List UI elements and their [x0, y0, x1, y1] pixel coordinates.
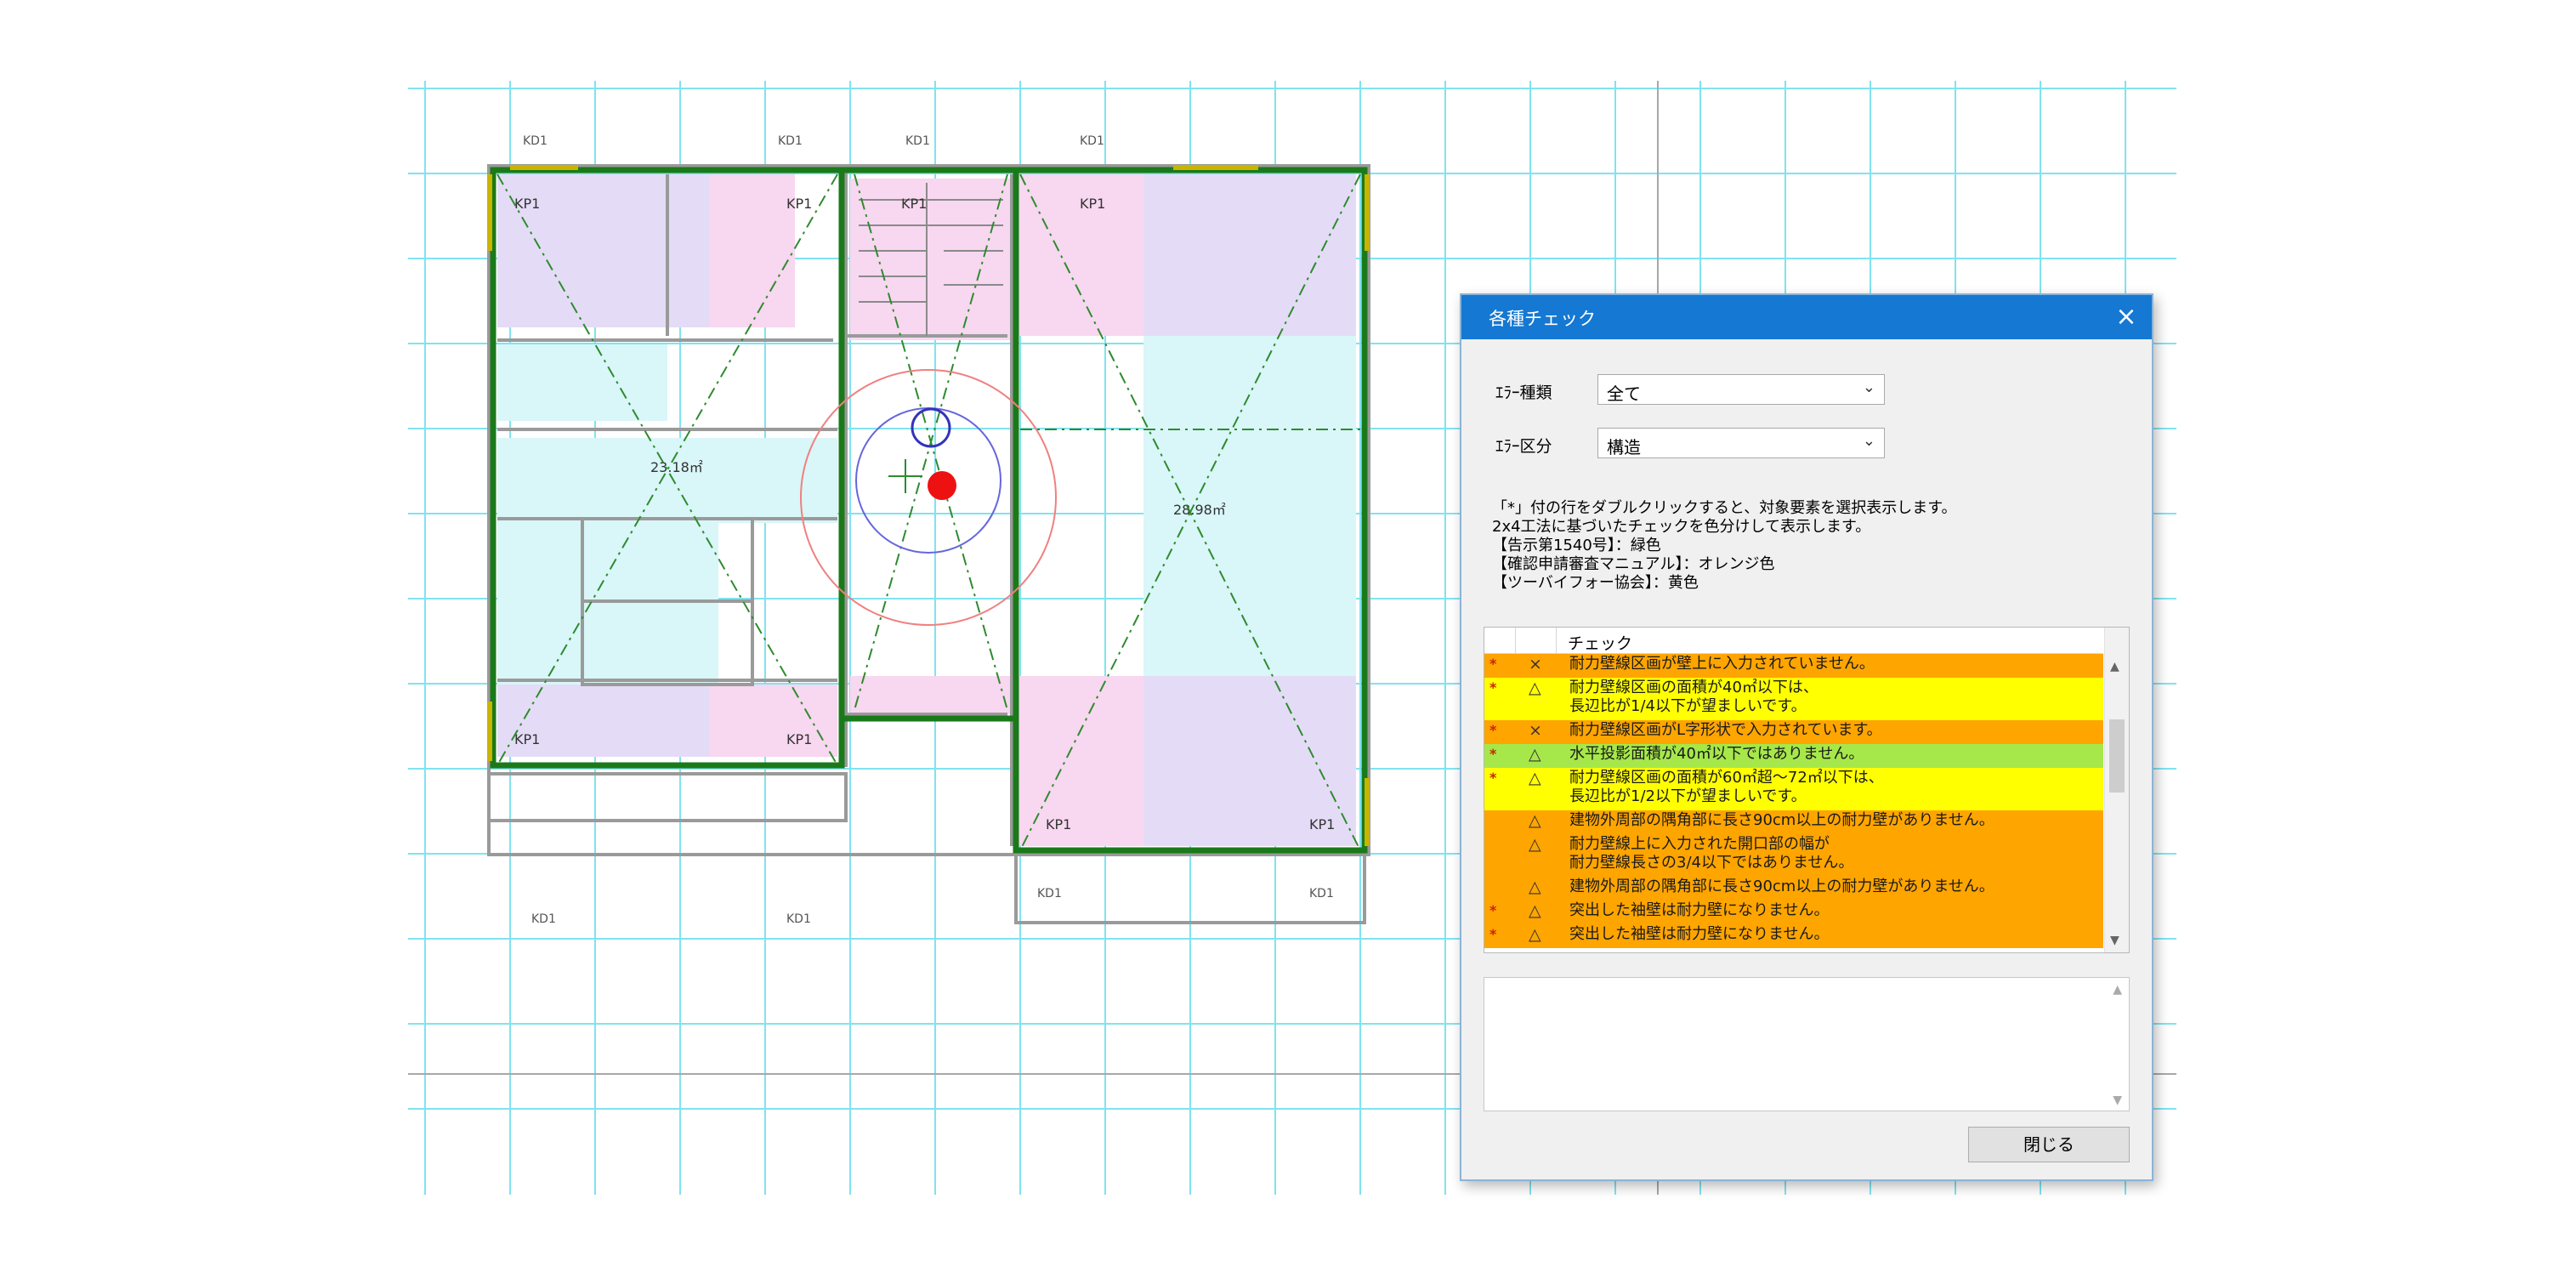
chevron-down-icon: ⌄ — [1862, 432, 1875, 450]
row-text: 耐力壁線区画がL字形状で入力されています。 — [1569, 721, 1882, 739]
chevron-down-icon: ⌄ — [1862, 378, 1875, 396]
header-divider — [1515, 628, 1516, 653]
svg-text:KD1: KD1 — [531, 912, 556, 926]
svg-text:KD1: KD1 — [1037, 887, 1062, 901]
triangle-icon: △ — [1529, 901, 1541, 920]
row-text: 突出した袖壁は耐力壁になりません。 — [1569, 901, 1830, 919]
description-line: 「*」付の行をダブルクリックすると、対象要素を選択表示します。 — [1492, 499, 1957, 517]
svg-text:KD1: KD1 — [1080, 134, 1104, 148]
list-scrollbar[interactable]: ▲ ▼ — [2104, 628, 2129, 952]
svg-text:KP1: KP1 — [786, 731, 812, 747]
list-item[interactable]: * △ 耐力壁線区画の面積が40㎡以下は、 長辺比が1/4以下が望ましいです。 — [1484, 678, 2103, 720]
description-line: 2x4工法に基づいたチェックを色分けして表示します。 — [1492, 518, 1871, 536]
list-item[interactable]: * △ 突出した袖壁は耐力壁になりません。 — [1484, 924, 2103, 948]
double-click-marker: * — [1489, 902, 1497, 918]
double-click-marker: * — [1489, 722, 1497, 738]
row-text: 水平投影面積が40㎡以下ではありません。 — [1569, 745, 1864, 763]
triangle-icon: △ — [1529, 878, 1541, 896]
dialog-title: 各種チェック — [1489, 309, 1596, 329]
double-click-marker: * — [1489, 746, 1497, 762]
close-icon[interactable]: × — [2108, 298, 2145, 336]
svg-text:KD1: KD1 — [786, 912, 811, 926]
svg-text:KD1: KD1 — [523, 134, 548, 148]
row-text: 突出した袖壁は耐力壁になりません。 — [1569, 925, 1830, 943]
list-header: チェック — [1484, 628, 2103, 654]
svg-text:KP1: KP1 — [901, 196, 927, 212]
svg-text:23.18㎡: 23.18㎡ — [650, 459, 703, 475]
row-text: 耐力壁線上に入力された開口部の幅が — [1569, 835, 1830, 853]
row-text: 耐力壁線区画の面積が60㎡超～72㎡以下は、 — [1569, 769, 1884, 787]
list-item[interactable]: * × 耐力壁線区画が壁上に入力されていません。 — [1484, 654, 2103, 678]
svg-text:KD1: KD1 — [778, 134, 803, 148]
row-text: 耐力壁線区画が壁上に入力されていません。 — [1569, 655, 1875, 673]
list-item[interactable]: * △ 水平投影面積が40㎡以下ではありません。 — [1484, 744, 2103, 768]
description-text: 「*」付の行をダブルクリックすると、対象要素を選択表示します。 2x4工法に基づ… — [1492, 499, 2130, 593]
scroll-up-icon[interactable]: ▲ — [2113, 983, 2122, 997]
error-type-select[interactable]: 全て ⌄ — [1597, 374, 1885, 405]
row-text: 耐力壁線区画の面積が40㎡以下は、 — [1569, 679, 1819, 696]
row-text: 建物外周部の隅角部に長さ90cm以上の耐力壁がありません。 — [1569, 878, 1994, 895]
cross-icon: × — [1529, 655, 1542, 673]
double-click-marker: * — [1489, 679, 1497, 696]
triangle-icon: △ — [1529, 679, 1541, 697]
row-text: 建物外周部の隅角部に長さ90cm以上の耐力壁がありません。 — [1569, 811, 1994, 829]
list-item[interactable]: * △ 突出した袖壁は耐力壁になりません。 — [1484, 901, 2103, 924]
error-list[interactable]: チェック * × 耐力壁線区画が壁上に入力されていません。 * △ 耐力壁線区画… — [1484, 627, 2130, 953]
error-category-value: 構造 — [1607, 437, 1641, 457]
description-line: 【ツーバイフォー協会】：黄色 — [1492, 574, 1699, 592]
svg-text:KP1: KP1 — [1046, 816, 1071, 832]
scroll-thumb[interactable] — [2109, 719, 2125, 793]
triangle-icon: △ — [1529, 745, 1541, 764]
error-category-select[interactable]: 構造 ⌄ — [1597, 428, 1885, 458]
list-item[interactable]: △ 建物外周部の隅角部に長さ90cm以上の耐力壁がありません。 — [1484, 810, 2103, 834]
title-bar[interactable]: 各種チェック × — [1461, 295, 2152, 339]
close-button[interactable]: 閉じる — [1968, 1127, 2130, 1162]
detail-textbox[interactable]: ▲ ▼ — [1484, 977, 2130, 1111]
header-divider — [1556, 628, 1557, 653]
svg-text:KD1: KD1 — [1309, 887, 1334, 901]
triangle-icon: △ — [1529, 811, 1541, 830]
svg-text:KP1: KP1 — [514, 731, 540, 747]
list-item[interactable]: * × 耐力壁線区画がL字形状で入力されています。 — [1484, 720, 2103, 744]
svg-text:KP1: KP1 — [514, 196, 540, 212]
row-text: 耐力壁線長さの3/4以下ではありません。 — [1569, 854, 1854, 872]
error-type-label: ｴﾗｰ種類 — [1495, 384, 1552, 402]
list-rows: * × 耐力壁線区画が壁上に入力されていません。 * △ 耐力壁線区画の面積が4… — [1484, 654, 2103, 948]
column-header-check[interactable]: チェック — [1568, 631, 1632, 654]
double-click-marker: * — [1489, 770, 1497, 786]
list-item[interactable]: △ 耐力壁線上に入力された開口部の幅が 耐力壁線長さの3/4以下ではありません。 — [1484, 834, 2103, 877]
svg-text:28.98㎡: 28.98㎡ — [1173, 502, 1226, 518]
triangle-icon: △ — [1529, 835, 1541, 854]
svg-text:KD1: KD1 — [905, 134, 930, 148]
double-click-marker: * — [1489, 656, 1497, 672]
scroll-down-icon[interactable]: ▼ — [2110, 934, 2119, 947]
list-item[interactable]: △ 建物外周部の隅角部に長さ90cm以上の耐力壁がありません。 — [1484, 877, 2103, 901]
triangle-icon: △ — [1529, 925, 1541, 944]
selected-point-marker — [928, 471, 956, 500]
scroll-down-icon[interactable]: ▼ — [2113, 1094, 2122, 1107]
error-category-label: ｴﾗｰ区分 — [1495, 437, 1552, 456]
svg-text:KP1: KP1 — [1080, 196, 1105, 212]
double-click-marker: * — [1489, 926, 1497, 942]
row-text: 長辺比が1/2以下が望ましいです。 — [1569, 787, 1807, 805]
row-text: 長辺比が1/4以下が望ましいです。 — [1569, 697, 1807, 715]
description-line: 【確認申請審査マニュアル】：オレンジ色 — [1492, 555, 1775, 573]
triangle-icon: △ — [1529, 769, 1541, 787]
list-item[interactable]: * △ 耐力壁線区画の面積が60㎡超～72㎡以下は、 長辺比が1/2以下が望まし… — [1484, 768, 2103, 810]
error-type-value: 全て — [1607, 384, 1641, 404]
description-line: 【告示第1540号】：緑色 — [1492, 537, 1661, 554]
check-dialog: 各種チェック × ｴﾗｰ種類 全て ⌄ ｴﾗｰ区分 構造 ⌄ 「*」付の行をダブ… — [1460, 293, 2153, 1181]
svg-text:KP1: KP1 — [1309, 816, 1335, 832]
cross-icon: × — [1529, 721, 1542, 740]
scroll-up-icon[interactable]: ▲ — [2110, 660, 2119, 673]
svg-text:KP1: KP1 — [786, 196, 812, 212]
